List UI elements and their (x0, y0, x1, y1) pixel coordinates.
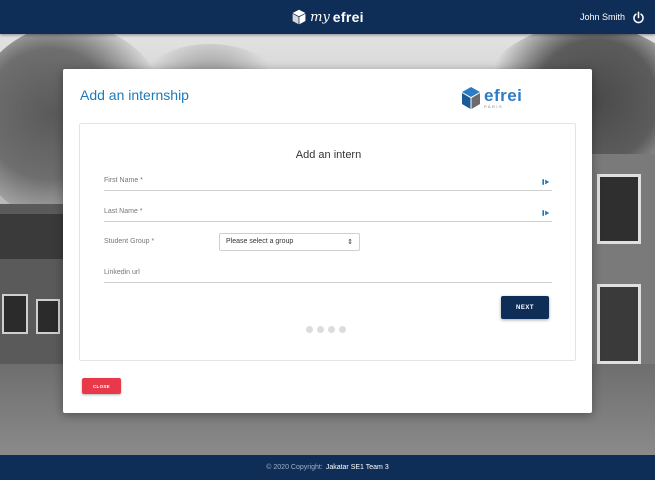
linkedin-field[interactable]: Linkedin url (104, 267, 552, 283)
cube-logo-icon (462, 87, 480, 109)
student-group-label: Student Group * (104, 238, 155, 245)
brand-my: my (310, 9, 330, 25)
select-arrows-icon: ⇕ (347, 239, 353, 246)
student-group-value: Please select a group (226, 238, 294, 245)
step-dot (328, 326, 335, 333)
last-name-field[interactable]: Last Name * (104, 206, 552, 222)
footer-copyright: © 2020 Copyright: (266, 464, 323, 471)
power-icon[interactable] (632, 11, 645, 24)
first-name-input[interactable] (104, 175, 534, 190)
logo-word: efrei (484, 86, 523, 105)
autofill-key-icon[interactable] (542, 209, 550, 217)
modal-title: Add an internship (80, 87, 189, 103)
efrei-logo: efrei PARIS (460, 82, 530, 114)
form-title: Add an intern (295, 149, 362, 161)
add-internship-modal: Add an internship efrei PARIS Add an int… (63, 69, 592, 413)
student-group-row: Student Group * Please select a group ⇕ (104, 233, 552, 253)
top-navbar: my efrei John Smith (0, 0, 655, 34)
logo-sub: PARIS (484, 104, 504, 109)
user-menu: John Smith (580, 0, 645, 34)
step-dot (306, 326, 313, 333)
next-button[interactable]: NEXT (501, 296, 549, 319)
intern-form: Add an intern First Name * Last Name * S… (79, 123, 576, 361)
footer: © 2020 Copyright: Jakatar SE1 Team 3 (0, 455, 655, 480)
step-dot (317, 326, 324, 333)
user-name[interactable]: John Smith (580, 12, 625, 22)
cube-logo-icon (292, 9, 306, 25)
student-group-select[interactable]: Please select a group ⇕ (219, 233, 360, 251)
last-name-input[interactable] (104, 206, 534, 221)
linkedin-input[interactable] (104, 267, 534, 282)
step-dot (339, 326, 346, 333)
footer-team-link[interactable]: Jakatar SE1 Team 3 (326, 464, 389, 471)
step-indicator (306, 326, 346, 333)
brand-efrei: efrei (332, 9, 364, 25)
first-name-field[interactable]: First Name * (104, 175, 552, 191)
autofill-key-icon[interactable] (542, 178, 550, 186)
brand-logo[interactable]: my efrei (291, 9, 364, 25)
close-button[interactable]: CLOSE (82, 378, 121, 394)
